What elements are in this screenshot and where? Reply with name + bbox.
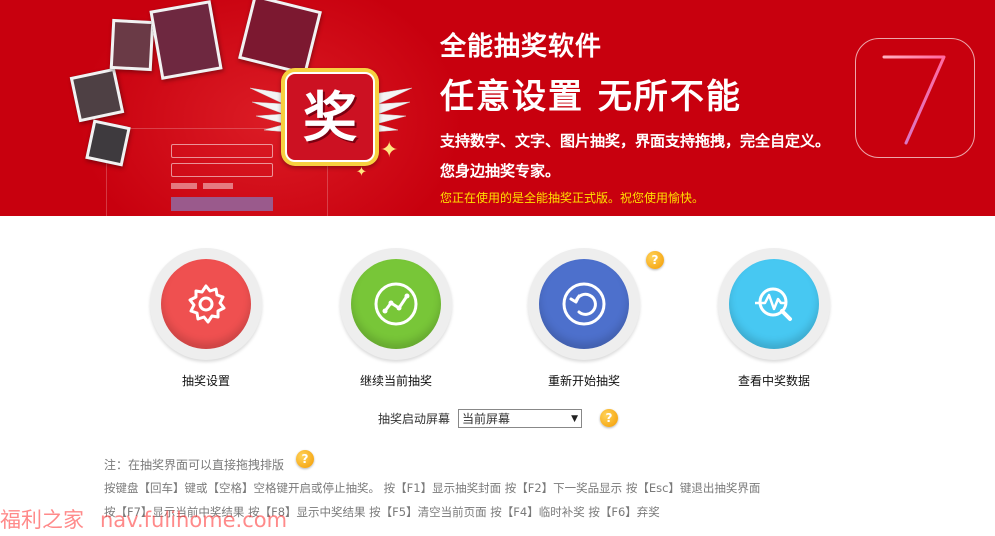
startup-screen-value: 当前屏幕 [462, 412, 511, 426]
restart-help-icon[interactable]: ? [646, 251, 664, 269]
button-disc [729, 259, 819, 349]
form-mockup-field [171, 163, 273, 177]
trend-line-icon [374, 282, 418, 326]
lottery-settings-label: 抽奖设置 [181, 374, 230, 388]
form-mockup-bar [171, 183, 197, 189]
sparkle-icon: ✦ [380, 138, 399, 163]
button-ring [150, 248, 262, 360]
button-disc [539, 259, 629, 349]
button-disc [351, 259, 441, 349]
photo-card [109, 18, 155, 72]
button-ring [528, 248, 640, 360]
drag-help-icon[interactable]: ? [296, 450, 314, 468]
award-character: 奖 [303, 85, 357, 149]
form-mockup-bar [203, 183, 233, 189]
restart-icon [562, 282, 606, 326]
license-status: 您正在使用的是全能抽奖正式版。祝您使用愉快。 [440, 191, 705, 205]
banner-title-line2: 任意设置 无所不能 [440, 77, 742, 117]
sparkle-icon: ✦ [356, 165, 367, 180]
watermark: 福利之家 nav.fulihome.com [0, 504, 287, 534]
photo-card [69, 67, 125, 123]
button-ring [718, 248, 830, 360]
award-badge-inner: 奖 [285, 72, 375, 162]
top-banner: 奖 ✦ ✦ 全能抽奖软件 任意设置 无所不能 支持数字、文字、图片抽奖，界面支持… [0, 0, 995, 216]
drag-hint-note: 注：在抽奖界面可以直接拖拽排版 [104, 458, 285, 472]
button-disc [161, 259, 251, 349]
view-winning-data-button[interactable]: 查看中奖数据 [718, 248, 830, 389]
button-ring [340, 248, 452, 360]
data-search-icon [755, 287, 792, 321]
form-mockup-button [171, 197, 273, 211]
restart-lottery-button[interactable]: 重新开始抽奖 [528, 248, 640, 389]
screen-help-icon[interactable]: ? [600, 409, 618, 427]
continue-lottery-label: 继续当前抽奖 [359, 374, 432, 388]
watermark-name: 福利之家 [0, 508, 84, 532]
startup-screen-label: 抽奖启动屏幕 [378, 412, 451, 426]
lottery-settings-button[interactable]: 抽奖设置 [150, 248, 262, 389]
banner-text-block: 全能抽奖软件 任意设置 无所不能 支持数字、文字、图片抽奖，界面支持拖拽，完全自… [440, 26, 830, 206]
banner-description: 支持数字、文字、图片抽奖，界面支持拖拽，完全自定义。 [440, 132, 831, 150]
shortcuts-line-1: 按键盘【回车】键或【空格】空格键开启或停止抽奖。 按【F1】显示抽奖封面 按【F… [104, 481, 761, 495]
watermark-url: nav.fulihome.com [100, 508, 288, 532]
startup-screen-row: 抽奖启动屏幕 当前屏幕 ▼ [378, 409, 583, 428]
restart-lottery-label: 重新开始抽奖 [547, 374, 620, 388]
banner-tagline: 您身边抽奖专家。 [440, 162, 561, 180]
photo-card [85, 119, 131, 167]
chevron-down-icon: ▼ [571, 413, 579, 424]
award-badge: 奖 [281, 68, 379, 166]
continue-lottery-button[interactable]: 继续当前抽奖 [340, 248, 452, 389]
banner-title-line1: 全能抽奖软件 [440, 32, 603, 62]
photo-card [149, 0, 223, 80]
gear-icon [188, 284, 226, 324]
version-seven-icon [882, 55, 946, 145]
view-winning-data-label: 查看中奖数据 [737, 374, 810, 388]
startup-screen-select[interactable]: 当前屏幕 ▼ [458, 409, 583, 428]
version-mark-box [855, 38, 975, 158]
